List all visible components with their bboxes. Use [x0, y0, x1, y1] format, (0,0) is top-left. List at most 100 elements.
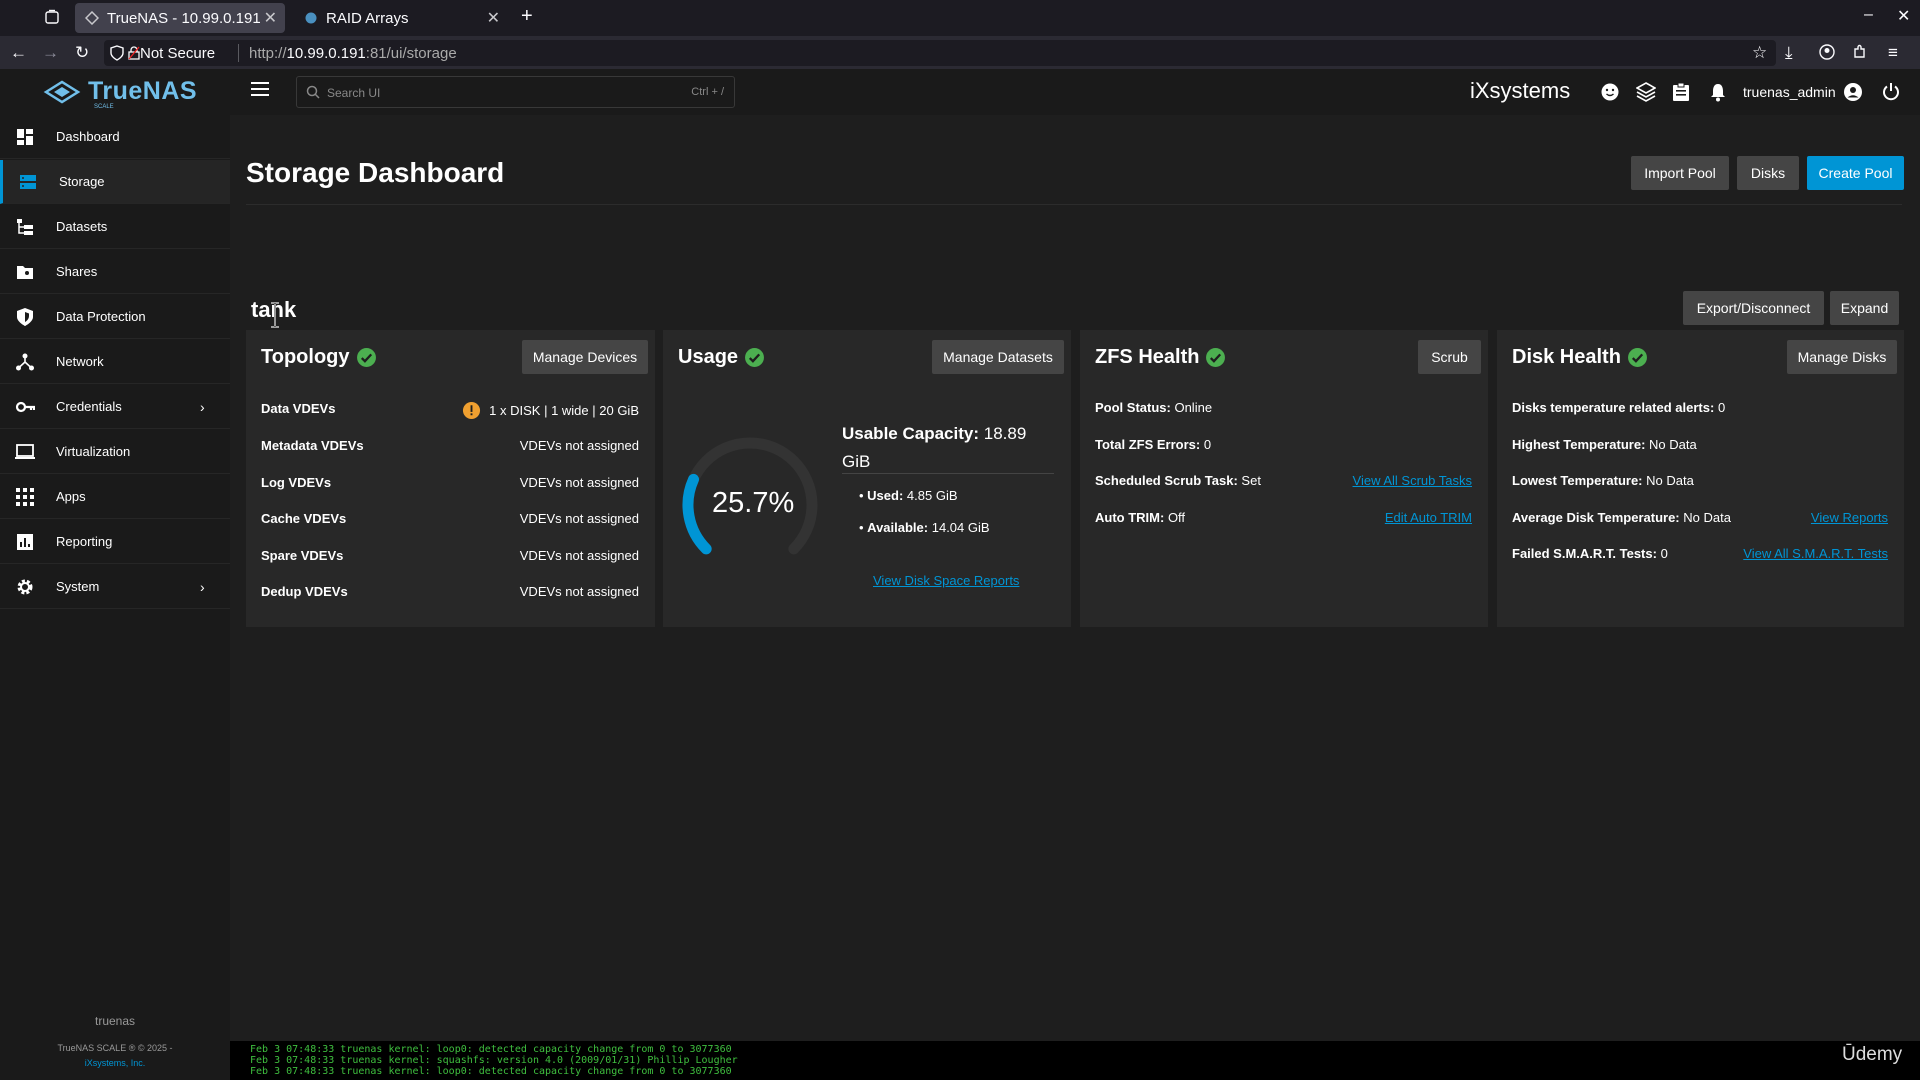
cache-vdevs-value: VDEVs not assigned: [519, 511, 639, 526]
manage-datasets-button[interactable]: Manage Datasets: [932, 340, 1064, 374]
url-host: 10.99.0.191: [286, 45, 366, 62]
sidebar-item-storage[interactable]: Storage: [0, 160, 230, 204]
feedback-icon[interactable]: [1600, 82, 1620, 107]
close-tab-icon[interactable]: ✕: [264, 8, 277, 28]
capacity-divider: [842, 473, 1054, 474]
sidebar-company-link[interactable]: iXsystems, Inc.: [0, 1058, 230, 1068]
scrub-task-row: Scheduled Scrub Task: Set: [1095, 473, 1261, 488]
back-icon[interactable]: ←: [10, 43, 27, 63]
search-icon: [306, 85, 320, 104]
edit-auto-trim-link[interactable]: Edit Auto TRIM: [1385, 510, 1472, 525]
browser-tab-truenas[interactable]: TrueNAS - 10.99.0.191 ✕: [75, 3, 285, 33]
shield-icon: [17, 307, 33, 326]
card-title-text: ZFS Health: [1095, 346, 1200, 368]
usage-card: Usage Manage Datasets 25.7% Usable Capac…: [663, 330, 1071, 627]
extensions-icon[interactable]: [1852, 44, 1868, 65]
new-tab-icon[interactable]: +: [521, 5, 533, 28]
view-disk-space-reports-link[interactable]: View Disk Space Reports: [873, 573, 1019, 588]
sidebar-item-label: Virtualization: [56, 444, 131, 459]
create-pool-button[interactable]: Create Pool: [1807, 156, 1904, 190]
close-window-icon[interactable]: ✕: [1897, 6, 1910, 26]
log-vdevs-value: VDEVs not assigned: [519, 475, 639, 490]
jobs-clipboard-icon[interactable]: [1672, 82, 1690, 107]
data-vdevs-label: Data VDEVs: [261, 401, 336, 416]
shield-tracking-icon[interactable]: [110, 45, 124, 66]
account-circle-icon[interactable]: [1843, 82, 1863, 107]
disk-health-card: Disk Health Manage Disks Disks temperatu…: [1497, 330, 1904, 627]
usable-capacity: Usable Capacity: 18.89 GiB: [842, 420, 1052, 476]
tab-title: TrueNAS - 10.99.0.191: [107, 9, 261, 27]
bookmark-star-icon[interactable]: ☆: [1752, 43, 1767, 63]
topology-card: Topology Manage Devices Data VDEVs 1 x D…: [246, 330, 655, 627]
minimize-icon[interactable]: –: [1864, 6, 1873, 24]
power-icon[interactable]: [1881, 82, 1901, 107]
temp-alerts-row: Disks temperature related alerts: 0: [1512, 400, 1726, 415]
sidebar-item-label: Credentials: [56, 399, 122, 414]
auto-trim-row: Auto TRIM: Off: [1095, 510, 1186, 525]
forward-icon[interactable]: →: [42, 43, 59, 63]
vdev-value-text: 1 x DISK | 1 wide | 20 GiB: [489, 403, 639, 418]
sidebar-item-label: Reporting: [56, 534, 113, 549]
tab-list-icon[interactable]: [44, 9, 60, 30]
sidebar-item-reporting[interactable]: Reporting: [0, 520, 230, 564]
sidebar-item-apps[interactable]: Apps: [0, 475, 230, 519]
datasets-icon: [17, 218, 33, 235]
sidebar-item-data-protection[interactable]: Data Protection: [0, 295, 230, 339]
truenas-logo[interactable]: TrueNAS SCALE: [42, 77, 198, 110]
search-input[interactable]: Search UI Ctrl + /: [296, 76, 735, 108]
sidebar-item-shares[interactable]: Shares: [0, 250, 230, 294]
import-pool-button[interactable]: Import Pool: [1631, 156, 1729, 190]
sidebar-item-network[interactable]: Network: [0, 340, 230, 384]
scrub-button[interactable]: Scrub: [1418, 340, 1481, 374]
account-icon[interactable]: [1819, 44, 1835, 65]
username[interactable]: truenas_admin: [1743, 84, 1836, 100]
check-circle-icon: [1627, 348, 1647, 367]
url-path: :81/ui/storage: [365, 45, 457, 62]
menu-toggle-icon[interactable]: [251, 82, 269, 101]
sidebar-item-credentials[interactable]: Credentials ›: [0, 385, 230, 429]
text-cursor-icon: [271, 302, 279, 328]
sidebar-item-label: Storage: [59, 174, 105, 189]
failed-smart-row: Failed S.M.A.R.T. Tests: 0: [1512, 546, 1668, 561]
sidebar-item-label: System: [56, 579, 100, 594]
chevron-right-icon: ›: [200, 578, 205, 595]
sidebar-item-virtualization[interactable]: Virtualization: [0, 430, 230, 474]
udemy-watermark: Ūdemy: [1842, 1044, 1903, 1065]
zfs-errors-row: Total ZFS Errors: 0: [1095, 437, 1212, 452]
sidebar-item-system[interactable]: System ›: [0, 565, 230, 609]
ixsystems-logo[interactable]: iXsystems: [1470, 78, 1570, 104]
notifications-bell-icon[interactable]: [1709, 82, 1727, 107]
manage-devices-button[interactable]: Manage Devices: [522, 340, 648, 374]
insecure-lock-icon[interactable]: [128, 46, 140, 65]
dedup-vdevs-value: VDEVs not assigned: [519, 584, 639, 599]
console-output: Feb 3 07:48:33 truenas kernel: loop0: de…: [230, 1041, 1920, 1080]
expand-button[interactable]: Expand: [1830, 291, 1899, 325]
url-bar[interactable]: Not Secure http://10.99.0.191:81/ui/stor…: [104, 40, 1776, 66]
spare-vdevs-value: VDEVs not assigned: [519, 548, 639, 563]
app-menu-icon[interactable]: ≡: [1888, 43, 1898, 63]
sidebar-item-dashboard[interactable]: Dashboard: [0, 115, 230, 159]
url-text[interactable]: http://10.99.0.191:81/ui/storage: [249, 45, 457, 62]
view-all-smart-tests-link[interactable]: View All S.M.A.R.T. Tests: [1743, 546, 1888, 561]
reload-icon[interactable]: ↻: [75, 43, 89, 63]
console-line: Feb 3 07:48:33 truenas kernel: loop0: de…: [250, 1066, 732, 1077]
close-tab-icon[interactable]: ✕: [487, 8, 500, 28]
title-divider: [246, 204, 1902, 205]
sidebar-hostname: truenas: [94, 1014, 136, 1028]
logo-text: TrueNAS: [88, 77, 198, 105]
truecommand-icon[interactable]: [1635, 82, 1657, 107]
disks-button[interactable]: Disks: [1737, 156, 1799, 190]
card-title-text: Topology: [261, 346, 350, 368]
page-title: Storage Dashboard: [246, 157, 505, 188]
view-all-scrub-tasks-link[interactable]: View All Scrub Tasks: [1353, 473, 1472, 488]
browser-tab-raid[interactable]: RAID Arrays ✕: [294, 3, 508, 33]
export-disconnect-button[interactable]: Export/Disconnect: [1683, 291, 1824, 325]
downloads-icon[interactable]: ⤓: [1785, 43, 1793, 63]
manage-disks-button[interactable]: Manage Disks: [1787, 340, 1897, 374]
view-reports-link[interactable]: View Reports: [1811, 510, 1888, 525]
sidebar-item-datasets[interactable]: Datasets: [0, 205, 230, 249]
not-secure-label: Not Secure: [140, 45, 216, 62]
check-circle-icon: [1206, 348, 1226, 367]
monitor-icon: [15, 443, 35, 459]
url-separator: [238, 44, 239, 62]
